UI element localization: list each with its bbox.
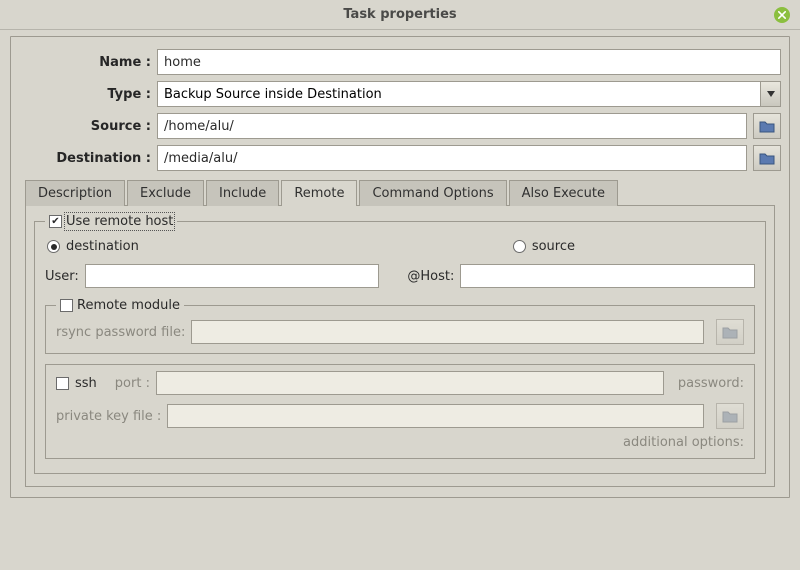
pk-input [167, 404, 704, 428]
tab-include[interactable]: Include [206, 180, 279, 206]
row-name: Name : [19, 49, 781, 75]
tab-description[interactable]: Description [25, 180, 125, 206]
type-select[interactable] [157, 81, 761, 107]
host-input[interactable] [460, 264, 755, 288]
radio-destination[interactable] [47, 240, 60, 253]
radio-source-wrap[interactable]: source [513, 239, 575, 254]
remote-module-checkbox[interactable] [60, 299, 73, 312]
ssh-group: ssh port : password: private key file : [45, 364, 755, 459]
rsync-pw-input [191, 320, 704, 344]
rsync-pw-browse-button [716, 319, 744, 345]
user-input[interactable] [85, 264, 380, 288]
remote-module-legend: Remote module [56, 298, 184, 313]
radio-source[interactable] [513, 240, 526, 253]
rsync-pw-row: rsync password file: [56, 319, 744, 345]
close-button[interactable] [774, 7, 790, 23]
ssh-row: ssh port : password: [56, 371, 744, 395]
window-title: Task properties [343, 7, 456, 22]
host-label: @Host: [407, 269, 454, 284]
folder-icon [722, 325, 738, 339]
password-label: password: [678, 376, 744, 391]
user-host-row: User: @Host: [45, 264, 755, 288]
remote-tab-page: Use remote host destination source [25, 205, 775, 487]
tab-also-execute[interactable]: Also Execute [509, 180, 618, 206]
row-type: Type : [19, 81, 781, 107]
tab-command-options[interactable]: Command Options [359, 180, 506, 206]
use-remote-label: Use remote host [66, 214, 173, 229]
remote-module-group: Remote module rsync password file: [45, 298, 755, 354]
tab-remote[interactable]: Remote [281, 180, 357, 206]
close-icon [778, 11, 786, 19]
source-browse-button[interactable] [753, 113, 781, 139]
additional-options-label: additional options: [56, 435, 744, 450]
folder-icon [722, 409, 738, 423]
remote-role-row: destination source [47, 239, 755, 254]
tab-bar: Description Exclude Include Remote Comma… [19, 179, 781, 205]
use-remote-legend: Use remote host [45, 214, 177, 229]
remote-module-label: Remote module [77, 298, 180, 313]
folder-icon [759, 119, 775, 133]
folder-icon [759, 151, 775, 165]
radio-destination-label: destination [66, 239, 139, 254]
destination-label: Destination : [19, 151, 157, 166]
source-label: Source : [19, 119, 157, 134]
chevron-down-icon [767, 91, 775, 97]
port-label: port : [115, 376, 150, 391]
main-frame: Name : Type : Source : [10, 36, 790, 498]
titlebar: Task properties [0, 0, 800, 30]
destination-input[interactable] [157, 145, 747, 171]
row-source: Source : [19, 113, 781, 139]
tab-exclude[interactable]: Exclude [127, 180, 204, 206]
pk-browse-button [716, 403, 744, 429]
radio-source-label: source [532, 239, 575, 254]
destination-browse-button[interactable] [753, 145, 781, 171]
name-input[interactable] [157, 49, 781, 75]
user-label: User: [45, 269, 79, 284]
type-select-wrap [157, 81, 781, 107]
use-remote-group: Use remote host destination source [34, 214, 766, 474]
ssh-checkbox[interactable] [56, 377, 69, 390]
task-properties-window: Task properties Name : Type : Source [0, 0, 800, 570]
row-destination: Destination : [19, 145, 781, 171]
form-area: Name : Type : Source : [13, 39, 787, 493]
source-input[interactable] [157, 113, 747, 139]
radio-destination-wrap[interactable]: destination [47, 239, 139, 254]
ssh-label: ssh [75, 376, 97, 391]
rsync-pw-label: rsync password file: [56, 325, 185, 340]
type-label: Type : [19, 87, 157, 102]
name-label: Name : [19, 55, 157, 70]
type-dropdown-button[interactable] [761, 81, 781, 107]
use-remote-checkbox[interactable] [49, 215, 62, 228]
port-input [156, 371, 664, 395]
pk-row: private key file : [56, 403, 744, 429]
pk-label: private key file : [56, 409, 161, 424]
